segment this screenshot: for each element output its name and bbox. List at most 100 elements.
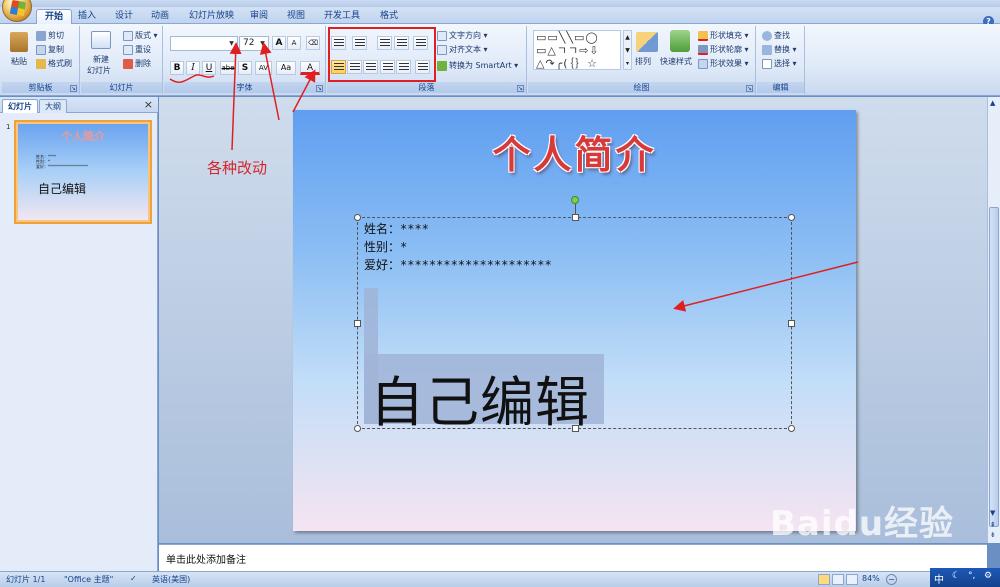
tab-format[interactable]: 格式 [372,9,406,24]
thumbnail-line-hobby: 爱好：******************** [36,164,88,169]
settings-icon[interactable]: ⚙ [984,571,992,581]
delete-slide-button[interactable]: 删除 [123,58,151,69]
layout-button[interactable]: 版式 ▾ [123,30,158,41]
text-direction-button[interactable]: 文字方向 ▾ [437,30,488,41]
underline-button[interactable]: U [202,61,216,75]
zoom-out-icon[interactable]: − [886,574,897,585]
resize-handle-bottom-right[interactable] [788,425,795,432]
font-name-dropdown-icon[interactable]: ▼ [227,38,236,49]
resize-handle-bottom[interactable] [572,425,579,432]
shape-effects-button[interactable]: 形状效果 ▾ [698,58,749,69]
moon-icon[interactable]: ☾ [952,571,960,581]
select-button[interactable]: 选择 ▾ [762,58,797,69]
grow-font-button[interactable]: A [272,36,286,50]
shape-fill-button[interactable]: 形状填充 ▾ [698,30,749,41]
shapes-gallery[interactable]: ▭▭╲╲▭◯ ▭△ㄱㄱ⇨⇩ △↷╭(｛｝☆ [533,30,621,70]
quick-styles-button[interactable]: 快速样式 [660,56,692,67]
slide-sorter-view-button[interactable] [832,574,844,585]
font-size-dropdown-icon[interactable]: ▼ [258,38,267,49]
align-text-button[interactable]: 对齐文本 ▾ [437,44,488,55]
slideshow-view-button[interactable] [846,574,858,585]
resize-handle-top[interactable] [572,214,579,221]
change-case-button[interactable]: Aa [276,61,296,75]
tab-review[interactable]: 审阅 [242,9,276,24]
format-painter-label: 格式刷 [48,59,72,68]
layout-icon [123,30,133,41]
slide-thumbnail[interactable]: 个人简介 姓名：**** 性别：* 爱好：*******************… [14,120,152,224]
editing-group: 查找 替换 ▾ 选择 ▾ 编辑 [757,26,805,94]
normal-view-button[interactable] [818,574,830,585]
font-size-combo[interactable]: 72 ▼ [239,36,269,51]
tab-home[interactable]: 开始 [36,9,73,24]
resize-handle-top-right[interactable] [788,214,795,221]
previous-slide-icon[interactable]: ⇞ [990,521,996,529]
resize-handle-right[interactable] [788,320,795,327]
paragraph-launcher-icon[interactable]: ↘ [517,85,524,92]
watermark-url: jingyan.baidu.com [770,544,898,558]
find-button[interactable]: 查找 [762,30,790,41]
punctuation-icon[interactable]: °, [968,571,975,581]
new-slide-label-2[interactable]: 幻灯片 [87,65,111,76]
next-slide-icon[interactable]: ⇟ [990,531,996,539]
drawing-launcher-icon[interactable]: ↘ [746,85,753,92]
align-text-label: 对齐文本 [449,45,481,54]
resize-handle-bottom-left[interactable] [354,425,361,432]
reset-button[interactable]: 重设 [123,44,151,55]
notes-placeholder[interactable]: 单击此处添加备注 [166,551,246,566]
vertical-scrollbar[interactable]: ▲ ▼ ⇞ ⇟ [987,97,1000,543]
tab-design[interactable]: 设计 [107,9,141,24]
scroll-down-icon[interactable]: ▼ [990,509,995,517]
scrollbar-thumb[interactable] [989,207,999,527]
format-painter-button[interactable]: 格式刷 [36,58,72,69]
zoom-level[interactable]: 84% [862,574,880,583]
replace-icon [762,44,772,55]
tab-animations[interactable]: 动画 [143,9,177,24]
copy-button[interactable]: 复制 [36,44,64,55]
language-indicator[interactable]: 英语(美国) [152,574,190,585]
shrink-font-button[interactable]: A [287,36,301,50]
gender-line[interactable]: 性别：* [364,238,407,255]
resize-handle-top-left[interactable] [354,214,361,221]
bold-button[interactable]: B [170,61,184,75]
font-color-button[interactable]: A [300,61,320,75]
font-name-combo[interactable]: ▼ [170,36,238,51]
character-spacing-button[interactable]: AV [255,61,272,75]
resize-handle-left[interactable] [354,320,361,327]
paragraph-group-label: 段落 [327,82,526,93]
shape-outline-button[interactable]: 形状轮廓 ▾ [698,44,749,55]
tab-developer[interactable]: 开发工具 [316,9,368,24]
text-direction-label: 文字方向 [449,31,481,40]
slide-title[interactable]: 个人简介 [293,124,856,179]
tab-slideshow[interactable]: 幻灯片放映 [181,9,242,24]
text-box[interactable]: 姓名：**** 性别：* 爱好：********************* 自己… [354,214,795,434]
arrange-button[interactable]: 排列 [635,56,651,67]
big-text[interactable]: 自己编辑 [370,358,590,437]
tab-view[interactable]: 视图 [279,9,313,24]
clipboard-launcher-icon[interactable]: ↘ [70,85,77,92]
smartart-button[interactable]: 转换为 SmartArt ▾ [437,60,518,71]
scroll-up-icon[interactable]: ▲ [990,99,995,107]
spelling-icon[interactable]: ✓ [130,574,137,583]
arrange-icon [636,32,658,52]
ime-indicator[interactable]: 中 [934,571,944,586]
text-shadow-button[interactable]: S [238,61,252,75]
name-line[interactable]: 姓名：**** [364,220,429,237]
italic-button[interactable]: I [186,61,200,75]
quick-styles-icon [670,30,690,52]
tab-outline[interactable]: 大纲 [39,99,67,113]
replace-button[interactable]: 替换 ▾ [762,44,797,55]
shapes-gallery-scroll[interactable]: ▲ ▼ ▾ [623,30,632,70]
cut-button[interactable]: 剪切 [36,30,64,41]
new-slide-label-1[interactable]: 新建 [93,54,109,65]
paste-button[interactable]: 粘贴 [11,56,27,67]
clear-format-button[interactable]: ⌫ [306,36,320,50]
font-launcher-icon[interactable]: ↘ [316,85,323,92]
strikethrough-button[interactable]: abe [220,61,236,75]
slide-canvas[interactable]: 个人简介 姓名：**** 性别：* 爱好：*******************… [293,110,856,531]
tab-slides[interactable]: 幻灯片 [2,99,38,113]
close-icon[interactable]: × [144,98,153,111]
hobby-line[interactable]: 爱好：********************* [364,256,552,273]
watermark-brand: Baidu经验 [770,504,955,544]
rotate-handle[interactable] [571,196,579,204]
tab-insert[interactable]: 插入 [70,9,104,24]
